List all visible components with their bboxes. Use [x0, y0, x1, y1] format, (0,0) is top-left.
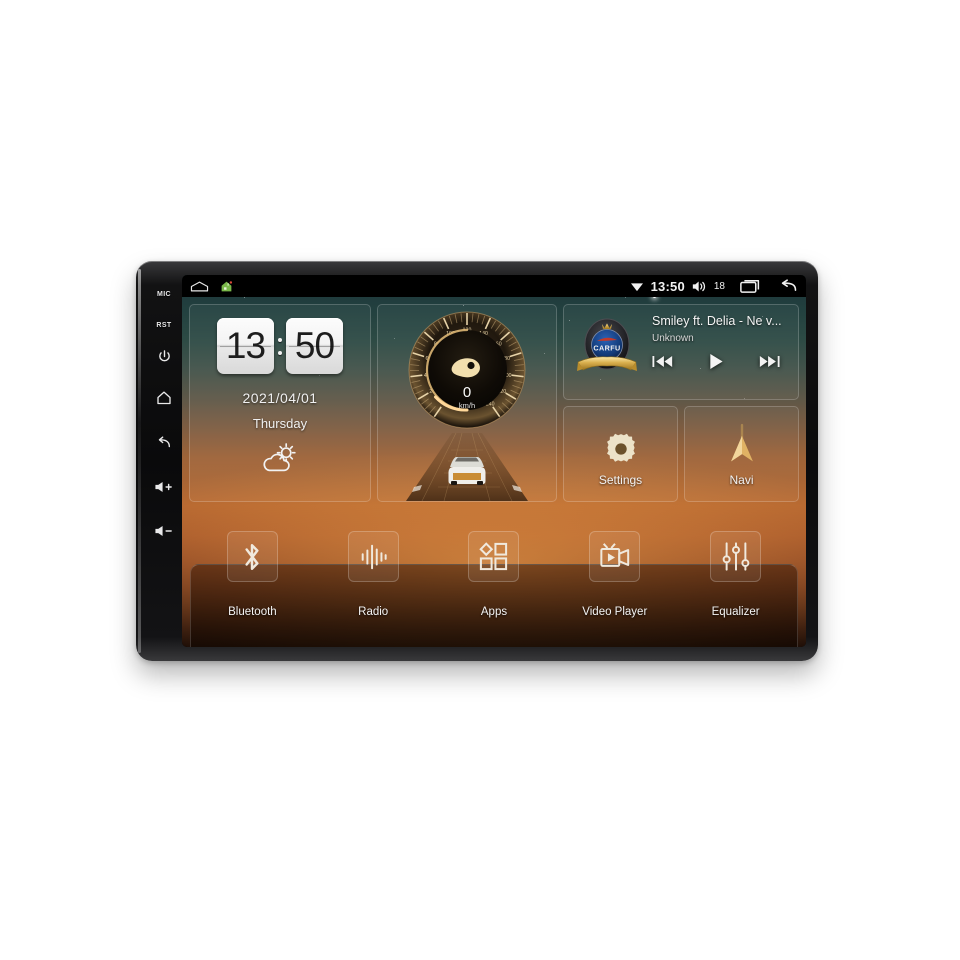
gear-icon	[606, 433, 635, 462]
gear-icon-wrap	[603, 421, 639, 467]
clock-colon	[276, 337, 284, 355]
volume-icon	[692, 280, 707, 293]
dock-item-radio[interactable]: Radio	[313, 531, 434, 618]
home-screen: 13 50 2021/04/01 Thursday 0 20 40 60 180…	[182, 297, 806, 647]
equalizer-icon-box	[710, 531, 762, 582]
home-icon	[157, 391, 171, 405]
green-house-app-icon[interactable]	[220, 280, 233, 293]
media-metadata: Smiley ft. Delia - Ne v... Unknown	[652, 314, 788, 390]
bluetooth-icon-box	[226, 531, 278, 582]
apps-icon-box	[468, 531, 520, 582]
road-illustration	[378, 433, 556, 501]
widget-row: 13 50 2021/04/01 Thursday 0 20 40 60 180…	[189, 304, 799, 502]
volume-down-button[interactable]	[149, 524, 179, 538]
media-controls	[652, 353, 788, 375]
car-illustration	[448, 457, 486, 485]
apps-grid-icon	[479, 542, 508, 571]
status-time: 13:50	[650, 278, 685, 294]
home-outline-icon[interactable]	[190, 280, 209, 293]
speedometer-gauge: 020406080100120140160180200220240 0 km/h	[406, 309, 528, 431]
track-title: Smiley ft. Delia - Ne v...	[652, 314, 782, 328]
radio-icon-box	[347, 531, 399, 582]
wifi-icon	[630, 280, 644, 292]
clock-weather-widget[interactable]: 13 50 2021/04/01 Thursday	[189, 304, 371, 502]
car-head-unit-device: MIC RST 13:50 18 13 50 2021/04/01 Thursd…	[136, 261, 818, 661]
navi-tile-label: Navi	[729, 473, 754, 487]
next-track-button[interactable]	[758, 354, 780, 374]
dock-item-equalizer[interactable]: Equalizer	[675, 531, 796, 618]
media-player-widget[interactable]: CARFU Smiley ft. Delia - Ne v... Unknown	[563, 304, 799, 400]
previous-track-button[interactable]	[652, 354, 674, 374]
speed-unit: km/h	[459, 401, 475, 410]
navigation-arrow-icon	[730, 423, 753, 462]
recent-apps-icon[interactable]	[740, 279, 761, 293]
radio-waveform-icon	[361, 544, 387, 569]
speedometer-widget[interactable]: 020406080100120140160180200220240 0 km/h	[377, 304, 557, 502]
video-camera-icon	[600, 543, 629, 567]
hardware-button-column: MIC RST	[146, 275, 182, 647]
dock-item-apps[interactable]: Apps	[434, 531, 555, 618]
power-button[interactable]	[149, 349, 179, 364]
dock-label-video-player: Video Player	[582, 606, 648, 618]
dock-items: Bluetooth Radio Apps Video Player Equali…	[192, 517, 796, 647]
dock-label-equalizer: Equalizer	[711, 606, 760, 618]
clock-minutes: 50	[286, 318, 343, 374]
video-player-icon-box	[589, 531, 641, 582]
touchscreen[interactable]: 13:50 18 13 50 2021/04/01 Thursday 0 20 …	[182, 275, 806, 647]
shortcut-tile-row: Settings Navi	[563, 406, 799, 502]
back-button[interactable]	[149, 435, 179, 450]
dock-label-bluetooth: Bluetooth	[228, 606, 277, 618]
dock-label-radio: Radio	[358, 606, 389, 618]
navi-tile[interactable]: Navi	[684, 406, 799, 502]
status-bar: 13:50 18	[182, 275, 806, 297]
settings-tile[interactable]: Settings	[563, 406, 678, 502]
album-art-text: CARFU	[593, 344, 620, 353]
speed-value: 0	[463, 384, 471, 401]
play-button[interactable]	[708, 353, 724, 375]
right-column: CARFU Smiley ft. Delia - Ne v... Unknown	[563, 304, 799, 502]
volume-level: 18	[713, 280, 725, 292]
mic-button-label: MIC	[156, 291, 172, 298]
navi-icon-wrap	[722, 421, 762, 467]
weather-area[interactable]	[257, 441, 303, 480]
flip-clock: 13 50	[217, 318, 343, 374]
reset-button-label: RST	[156, 322, 172, 329]
reset-button[interactable]: RST	[149, 322, 179, 329]
dock-label-apps: Apps	[480, 606, 508, 618]
power-icon	[158, 350, 170, 362]
dock-item-bluetooth[interactable]: Bluetooth	[192, 531, 313, 618]
home-button[interactable]	[149, 390, 179, 405]
clock-weekday: Thursday	[252, 416, 308, 431]
clock-date: 2021/04/01	[242, 390, 318, 406]
dock-item-video-player[interactable]: Video Player	[554, 531, 675, 618]
volume-up-icon	[155, 482, 172, 492]
sun-behind-cloud-icon	[263, 443, 296, 472]
app-dock: Bluetooth Radio Apps Video Player Equali…	[182, 517, 806, 647]
equalizer-sliders-icon	[722, 542, 749, 571]
mic-button[interactable]: MIC	[149, 291, 179, 298]
back-arrow-icon	[158, 436, 171, 448]
clock-hours: 13	[217, 318, 274, 374]
status-back-arrow-icon[interactable]	[778, 279, 798, 293]
volume-down-icon	[155, 526, 172, 536]
album-art: CARFU	[574, 314, 640, 380]
track-artist: Unknown	[652, 333, 694, 344]
bluetooth-icon	[245, 543, 259, 570]
volume-up-button[interactable]	[149, 480, 179, 494]
settings-tile-label: Settings	[598, 473, 643, 487]
